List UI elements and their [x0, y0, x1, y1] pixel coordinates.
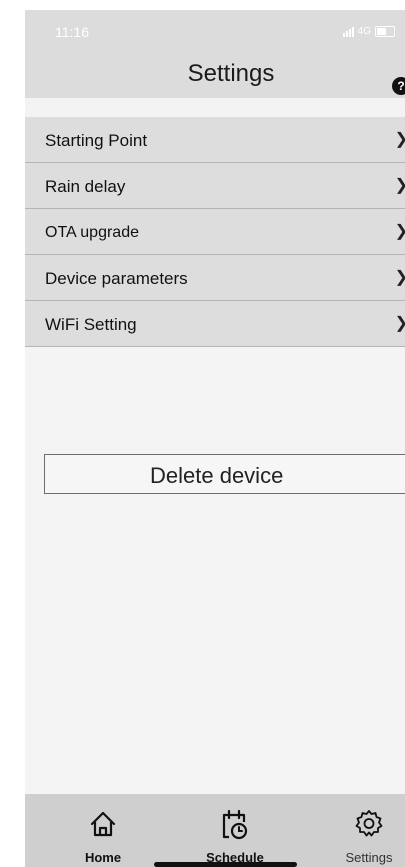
app-screen: 11:16 4G Settings ? Starting Point ❯ Rai…: [25, 10, 405, 867]
settings-item-wifi-setting[interactable]: WiFi Setting ❯: [25, 301, 405, 347]
tab-schedule[interactable]: Schedule: [195, 794, 275, 867]
settings-item-label: Starting Point: [45, 131, 148, 150]
chevron-right-icon: ❯: [395, 267, 405, 287]
home-indicator: [154, 862, 297, 867]
settings-item-label: OTA upgrade: [45, 224, 139, 241]
signal-icon: [342, 26, 354, 37]
settings-item-rain-delay[interactable]: Rain delay ❯: [25, 163, 405, 209]
settings-item-device-parameters[interactable]: Device parameters ❯: [25, 255, 405, 301]
settings-list: Starting Point ❯ Rain delay ❯ OTA upgrad…: [25, 117, 405, 347]
tab-bar: Home Schedule Settings: [25, 794, 405, 867]
delete-device-label: Delete device: [150, 463, 284, 488]
status-indicators: 4G: [342, 26, 395, 37]
settings-item-ota-upgrade[interactable]: OTA upgrade ❯: [25, 209, 405, 255]
chevron-right-icon: ❯: [395, 313, 405, 333]
status-time: 11:16: [55, 24, 89, 40]
home-icon: [90, 811, 116, 837]
battery-icon: [375, 26, 395, 37]
help-icon[interactable]: ?: [392, 77, 405, 95]
calendar-clock-icon: [222, 809, 248, 840]
tab-home[interactable]: Home: [68, 794, 138, 867]
delete-device-button[interactable]: Delete device: [44, 454, 405, 494]
chevron-right-icon: ❯: [395, 129, 405, 149]
page-title: Settings: [187, 60, 275, 87]
chevron-right-icon: ❯: [395, 175, 405, 195]
settings-item-starting-point[interactable]: Starting Point ❯: [25, 117, 405, 163]
section-spacer: [25, 98, 405, 117]
chevron-right-icon: ❯: [395, 221, 405, 241]
header: 11:16 4G Settings ?: [25, 10, 405, 98]
settings-item-label: Device parameters: [45, 269, 188, 288]
gear-icon: [355, 810, 383, 837]
settings-item-label: Rain delay: [45, 177, 126, 196]
settings-item-label: WiFi Setting: [45, 315, 137, 334]
tab-label: Home: [84, 850, 122, 865]
network-type: 4G: [357, 26, 371, 37]
tab-settings[interactable]: Settings: [332, 794, 405, 867]
tab-label: Settings: [345, 850, 393, 865]
